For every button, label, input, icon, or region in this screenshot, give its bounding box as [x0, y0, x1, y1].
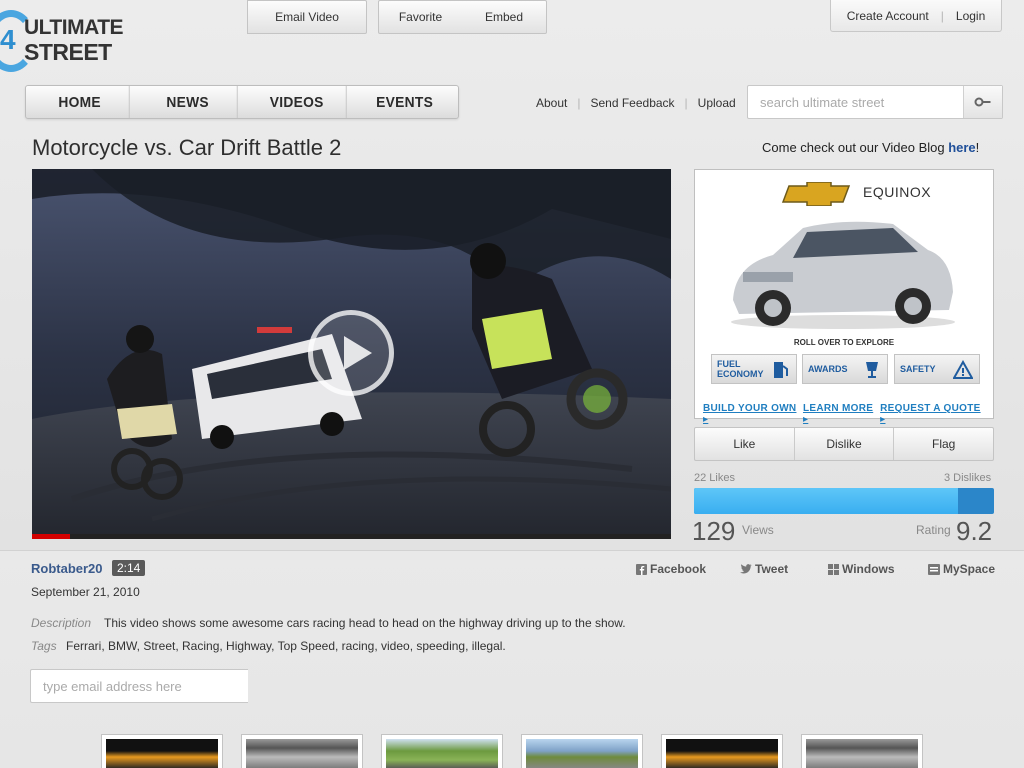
share-windows[interactable]: Windows	[828, 562, 895, 576]
related-video-thumbnail[interactable]	[801, 734, 923, 768]
favorite-button[interactable]: Favorite	[378, 0, 463, 34]
related-video-thumbnail[interactable]	[661, 734, 783, 768]
email-video-button[interactable]: Email Video	[247, 0, 367, 34]
about-link[interactable]: About	[536, 96, 567, 110]
email-input[interactable]	[30, 669, 248, 703]
views-label: Views	[742, 523, 774, 537]
account-separator: |	[940, 8, 944, 23]
like-ratio-fill	[694, 488, 958, 514]
twitter-bird-icon	[740, 564, 752, 574]
ad-awards-chip[interactable]: AWARDS	[802, 354, 888, 384]
nav-news[interactable]: NEWS	[139, 86, 239, 118]
share-facebook[interactable]: Facebook	[636, 562, 706, 576]
upload-date: September 21, 2010	[31, 585, 140, 599]
search-button[interactable]	[963, 86, 1002, 118]
blog-promo: Come check out our Video Blog here!	[762, 140, 979, 155]
dislikes-count: 3 Dislikes	[944, 472, 992, 484]
thumbnail-image	[246, 739, 358, 768]
facebook-icon	[636, 563, 647, 575]
create-account-link[interactable]: Create Account	[847, 9, 929, 23]
thumbnail-image	[526, 739, 638, 768]
share-myspace-label: MySpace	[943, 562, 996, 576]
video-progress-fill	[32, 534, 71, 539]
share-facebook-label: Facebook	[650, 562, 707, 576]
account-box: Create Account | Login	[830, 0, 1002, 32]
send-feedback-link[interactable]: Send Feedback	[590, 96, 674, 110]
likes-count: 22 Likes	[694, 472, 735, 484]
video-title: Motorcycle vs. Car Drift Battle 2	[32, 135, 342, 160]
search-input[interactable]	[748, 86, 963, 118]
video-progress-bar[interactable]	[32, 534, 671, 539]
uploader-link[interactable]: Robtaber20	[31, 561, 103, 576]
main-nav: HOME NEWS VIDEOS EVENTS	[25, 85, 459, 119]
site-logo[interactable]: 4 ULTIMATE STREET	[0, 8, 124, 78]
ad-fuel-economy-chip[interactable]: FUEL ECONOMY	[711, 354, 797, 384]
myspace-icon	[928, 563, 940, 575]
share-tweet[interactable]: Tweet	[740, 562, 788, 576]
ad-safety-chip[interactable]: SAFETY	[894, 354, 980, 384]
like-button[interactable]: Like	[695, 428, 795, 460]
nav-events[interactable]: EVENTS	[355, 86, 454, 118]
chevrolet-bowtie-icon	[781, 182, 851, 206]
thumbnail-image	[106, 739, 218, 768]
description-label: Description	[31, 616, 92, 630]
nav-videos[interactable]: VIDEOS	[247, 86, 347, 118]
description-text: This video shows some awesome cars racin…	[104, 616, 626, 630]
embed-button[interactable]: Embed	[462, 0, 547, 34]
fuel-pump-icon	[774, 362, 788, 378]
related-video-thumbnail[interactable]	[521, 734, 643, 768]
rating-value: 9.2	[956, 516, 993, 546]
ad-quote-link[interactable]: REQUEST A QUOTE ▸	[880, 403, 987, 425]
play-button[interactable]	[308, 310, 394, 396]
share-windows-label: Windows	[842, 562, 895, 576]
ad-roll-text: ROLL OVER TO EXPLORE	[793, 338, 895, 347]
like-ratio-bar	[694, 488, 994, 514]
thumbnail-image	[666, 739, 778, 768]
views-count: 129	[692, 516, 736, 546]
trophy-icon	[866, 362, 878, 378]
upload-link[interactable]: Upload	[698, 96, 736, 110]
blog-promo-text: Come check out our Video Blog	[762, 140, 949, 155]
search-box	[747, 85, 1003, 119]
ad-brand: EQUINOX	[863, 184, 932, 200]
share-tweet-label: Tweet	[755, 562, 789, 576]
ad-build-link[interactable]: BUILD YOUR OWN ▸	[703, 403, 803, 425]
logo-four-icon: 4	[0, 24, 16, 55]
logo-text-line2: STREET	[24, 39, 112, 65]
rating-actions: Like Dislike Flag	[694, 427, 994, 461]
rating-label: Rating	[916, 523, 951, 537]
ad-links: BUILD YOUR OWN ▸ LEARN MORE ▸ REQUEST A …	[703, 403, 993, 425]
related-video-thumbnail[interactable]	[381, 734, 503, 768]
flag-button[interactable]: Flag	[894, 428, 993, 460]
blog-promo-suffix: !	[975, 140, 980, 155]
related-video-thumbnail[interactable]	[101, 734, 223, 768]
ad-car-image	[731, 221, 955, 329]
advertisement[interactable]: EQUINOX ROLL OVER TO EXPLORE FUEL ECONOM…	[694, 169, 994, 425]
logo-text-line1: ULTIMATE	[24, 16, 124, 39]
dislike-button[interactable]: Dislike	[795, 428, 895, 460]
secondary-nav: About | Send Feedback | Upload	[536, 96, 736, 110]
section-divider	[0, 550, 1024, 551]
related-video-thumbnail[interactable]	[241, 734, 363, 768]
thumbnail-image	[806, 739, 918, 768]
subnav-separator: |	[684, 96, 688, 110]
blog-link[interactable]: here	[948, 140, 975, 155]
windows-icon	[828, 563, 839, 575]
search-key-icon	[974, 97, 991, 107]
share-myspace[interactable]: MySpace	[928, 562, 995, 576]
tags-label: Tags	[31, 639, 57, 653]
nav-home[interactable]: HOME	[30, 86, 130, 118]
login-link[interactable]: Login	[956, 9, 985, 23]
tags-list: Ferrari, BMW, Street, Racing, Highway, T…	[66, 639, 506, 653]
duration-badge: 2:14	[112, 560, 146, 576]
ad-learn-more-link[interactable]: LEARN MORE ▸	[803, 403, 880, 425]
video-player[interactable]	[32, 169, 671, 539]
subnav-separator: |	[577, 96, 581, 110]
warning-triangle-icon	[953, 360, 973, 379]
thumbnail-image	[386, 739, 498, 768]
